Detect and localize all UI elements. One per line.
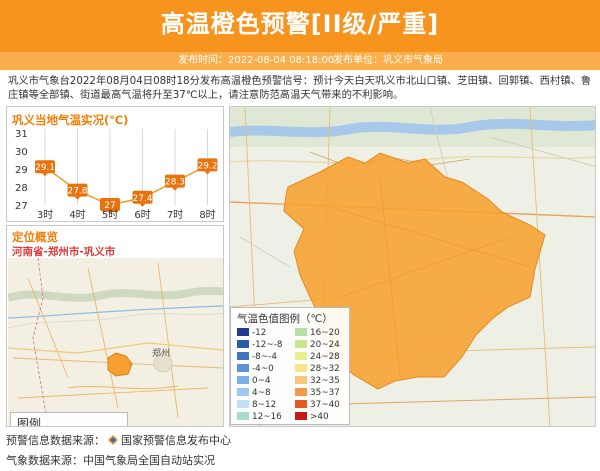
data-source: 气象数据来源：中国气象局全国自动站实况 [6,452,215,468]
temp-legend-item: -12~-8 [237,340,283,350]
temp-legend-swatch [237,364,249,372]
publish-unit: 发布单位：巩义市气象局 [333,55,443,66]
city-label-zhengzhou: 郑州 [152,347,170,359]
temp-legend-item: 0~4 [237,376,271,386]
warning-center-logo-icon [108,435,118,445]
temp-legend-item: 4~8 [237,388,271,398]
x-tick-label: 4时 [69,209,85,221]
overview-map[interactable]: 郑州 图例 国界 省界 [8,258,223,426]
warning-header: 高温橙色预警[II级/严重] [0,0,600,52]
temp-legend-swatch [295,352,307,360]
warning-message: 巩义市气象台2022年08月04日08时18分发布高温橙色预警信号：预计今天白天… [8,75,592,101]
map-legend: 图例 国界 省界 [10,412,128,426]
data-label-pointer [139,203,146,207]
temp-legend-swatch [295,364,307,372]
temp-legend-item: 16~20 [295,328,340,338]
x-tick-label: 8时 [199,209,215,221]
temp-legend-label: -8~-4 [252,352,277,362]
temp-legend-label: 12~16 [252,412,282,422]
y-tick-label: 28 [15,183,28,194]
data-label-pointer [42,173,48,177]
x-tick-label: 6时 [134,209,150,221]
data-label: 29.1 [35,163,55,173]
temp-legend-swatch [237,376,249,384]
temp-legend-swatch [295,412,307,420]
x-tick-label: 3时 [37,209,53,221]
data-label: 28.3 [165,178,185,188]
data-source-label: 气象数据来源： [6,454,83,467]
temp-legend-label: 32~35 [310,376,340,386]
data-label: 29.2 [197,161,217,171]
temperature-color-legend: 气温色值图例（℃） -12 16~20 -12~-8 20~24 -8~-4 24~28 -… [230,307,350,425]
temp-legend-swatch [237,328,249,336]
data-label: 27.8 [67,187,87,197]
temp-legend-item: 24~28 [295,352,340,362]
temp-legend-swatch [237,400,249,408]
temp-legend-label: 28~32 [310,364,340,374]
temp-legend-item: -8~-4 [237,352,277,362]
temp-legend-label: 4~8 [252,388,271,398]
temp-legend-item: 28~32 [295,364,340,374]
temp-legend-swatch [295,340,307,348]
temperature-panel-title: 巩义当地气温实况(℃) [12,113,129,127]
data-label-pointer [172,187,178,191]
y-tick-label: 29 [15,165,28,176]
data-label-pointer [74,196,81,200]
data-label-pointer [204,171,211,175]
temp-legend-label: 35~37 [310,388,340,398]
temp-legend-item: >40 [295,412,329,422]
temp-legend-swatch [295,388,307,396]
temp-legend-swatch [295,328,307,336]
y-tick-label: 27 [15,201,28,212]
publish-info-bar: 发布时间：2022-08-04 08:18:00 发布单位：巩义市气象局 [0,52,600,70]
temp-legend-label: -12 [252,328,267,338]
warning-title: 高温橙色预警[II级/严重] [160,10,440,38]
temp-legend-item: -12 [237,328,266,338]
location-panel-title: 定位概览 [12,230,58,244]
location-region: 河南省-郑州市-巩义市 [12,246,116,258]
temp-legend-item: 8~12 [237,400,276,410]
temp-legend-item: 12~16 [237,412,282,422]
publish-time: 发布时间：2022-08-04 08:18:00 [178,55,335,66]
temp-legend-item: 35~37 [295,388,340,398]
temp-legend-label: 8~12 [252,400,277,410]
y-tick-label: 31 [15,129,28,140]
y-tick-label: 30 [15,147,28,158]
temp-legend-label: 20~24 [310,340,340,350]
data-source-value: 中国气象局全国自动站实况 [83,454,215,467]
overview-map-graphic: 郑州 [8,258,223,426]
map-legend-title: 图例 [17,417,42,426]
temp-legend-label: -4~0 [252,364,274,374]
temp-legend-swatch [237,340,249,348]
warning-area-map[interactable]: 气温色值图例（℃） -12 16~20 -12~-8 20~24 -8~-4 24~28 -… [229,106,596,427]
temp-legend-swatch [237,388,249,396]
temp-legend-label: -12~-8 [252,340,283,350]
temp-legend-label: 16~20 [310,328,340,338]
temp-legend-swatch [237,412,249,420]
temp-legend-item: 20~24 [295,340,340,350]
temp-legend-label: 37~40 [310,400,340,410]
data-label: 27.4 [132,194,152,204]
temperature-panel: 31 30 29 28 27 29.1 27.8 27 27.4 28.3 29.2 3时 4时 5时 6时… [6,106,224,222]
temp-legend-item: -4~0 [237,364,274,374]
warning-source-value: 国家预警信息发布中心 [121,434,231,447]
temp-legend-swatch [295,376,307,384]
temp-legend-item: 32~35 [295,376,340,386]
warning-source-label: 预警信息数据来源： [6,434,105,447]
temperature-legend-title: 气温色值图例（℃） [237,313,333,325]
x-tick-label: 7时 [167,209,183,221]
temp-legend-label: 0~4 [252,376,271,386]
temp-legend-swatch [295,400,307,408]
temp-legend-label: >40 [310,412,329,422]
x-tick-label: 5时 [102,209,118,221]
temp-legend-label: 24~28 [310,352,340,362]
warning-source: 预警信息数据来源： 国家预警信息发布中心 [6,432,231,448]
location-panel: 定位概览 河南省-郑州市-巩义市 郑州 图例 国界 省界 [6,225,224,427]
temp-legend-swatch [237,352,249,360]
temp-legend-item: 37~40 [295,400,340,410]
